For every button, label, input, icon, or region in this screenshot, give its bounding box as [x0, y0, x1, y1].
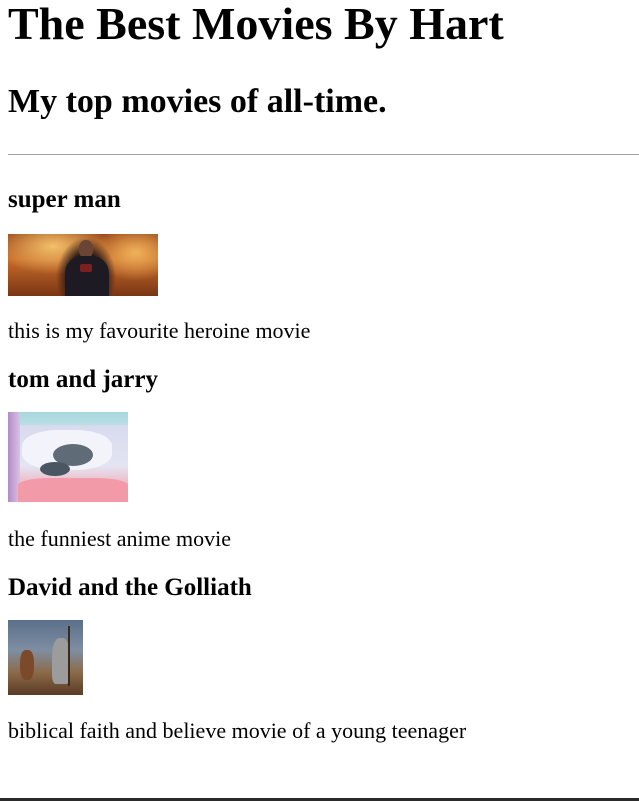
divider	[8, 154, 639, 155]
movie-image-david-and-goliath	[8, 620, 83, 695]
movie-entry-tom-and-jarry: tom and jarry the funniest anime movie	[8, 366, 631, 551]
movie-description: this is my favourite heroine movie	[8, 318, 311, 343]
movie-entry-david-and-the-golliath: David and the Golliath biblical faith an…	[8, 574, 631, 743]
movie-image-superman	[8, 234, 158, 296]
page-title: The Best Movies By Hart	[8, 0, 504, 49]
movie-description: the funniest anime movie	[8, 526, 231, 551]
page-subtitle: My top movies of all-time.	[8, 83, 387, 120]
movie-description: biblical faith and believe movie of a yo…	[8, 718, 467, 743]
page: The Best Movies By Hart My top movies of…	[0, 0, 639, 743]
movie-image-tom-and-jerry	[8, 412, 128, 502]
movie-entry-superman: super man this is my favourite heroine m…	[8, 186, 631, 343]
movie-title: David and the Golliath	[8, 574, 252, 601]
movie-title: super man	[8, 186, 121, 213]
movie-title: tom and jarry	[8, 366, 158, 393]
